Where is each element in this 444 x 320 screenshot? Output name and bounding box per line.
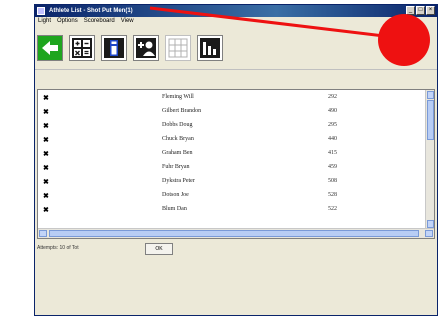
scroll-up-icon[interactable]	[427, 91, 434, 99]
athlete-name: Blum Dan	[162, 206, 187, 212]
bar-chart-icon	[200, 38, 220, 58]
table-row[interactable]: ✖ Fleming Will 292	[38, 92, 426, 104]
toolbar	[35, 26, 437, 70]
table-row[interactable]: ✖ Graham Ben 415	[38, 148, 426, 160]
scroll-right-icon[interactable]	[425, 230, 433, 237]
vertical-scrollbar[interactable]	[425, 90, 434, 229]
row-mark: ✖	[43, 151, 49, 158]
athlete-number: 459	[328, 164, 337, 170]
athlete-number: 292	[328, 94, 337, 100]
table-row[interactable]: ✖ Dykstra Peter 508	[38, 176, 426, 188]
menu-options[interactable]: Options	[57, 17, 78, 26]
scroll-left-icon[interactable]	[39, 230, 47, 237]
row-mark: ✖	[43, 179, 49, 186]
row-mark: ✖	[43, 193, 49, 200]
table-row[interactable]: ✖ Chuck Bryan 440	[38, 134, 426, 146]
athlete-name: Gilbert Brandon	[162, 108, 202, 114]
athlete-list-window: Athlete List - Shot Put Men(1) _ □ × Lig…	[34, 4, 438, 316]
info-icon	[104, 38, 124, 58]
horizontal-scrollbar[interactable]	[38, 228, 434, 238]
athlete-name: Dotson Joe	[162, 192, 189, 198]
row-mark: ✖	[43, 207, 49, 214]
table-row[interactable]: ✖ Blum Dan 522	[38, 204, 426, 216]
athlete-name: Fuhr Bryan	[162, 164, 190, 170]
minimize-button[interactable]: _	[406, 6, 415, 15]
table-row[interactable]: ✖ Fuhr Bryan 459	[38, 162, 426, 174]
row-mark: ✖	[43, 95, 49, 102]
title-bar[interactable]: Athlete List - Shot Put Men(1) _ □ ×	[35, 5, 437, 17]
athlete-number: 440	[328, 136, 337, 142]
athlete-number: 528	[328, 192, 337, 198]
calculator-button[interactable]	[69, 35, 95, 61]
athlete-number: 490	[328, 108, 337, 114]
table-row[interactable]: ✖ Gilbert Brandon 490	[38, 106, 426, 118]
menu-view[interactable]: View	[121, 17, 134, 26]
menu-scoreboard[interactable]: Scoreboard	[84, 17, 115, 26]
ok-button[interactable]: OK	[145, 243, 173, 255]
info-button[interactable]	[101, 35, 127, 61]
row-mark: ✖	[43, 123, 49, 130]
grid-button	[165, 35, 191, 61]
athlete-name: Dobbs Doug	[162, 122, 193, 128]
table-row[interactable]: ✖ Dobbs Doug 295	[38, 120, 426, 132]
athlete-number: 295	[328, 122, 337, 128]
bars-button[interactable]	[197, 35, 223, 61]
athlete-number: 415	[328, 150, 337, 156]
scroll-down-icon[interactable]	[427, 220, 434, 228]
row-mark: ✖	[43, 137, 49, 144]
menu-bar: Light Options Scoreboard View	[35, 17, 437, 26]
athlete-name: Graham Ben	[162, 150, 193, 156]
vertical-scroll-thumb[interactable]	[427, 100, 434, 140]
maximize-button[interactable]: □	[416, 6, 425, 15]
athlete-number: 508	[328, 178, 337, 184]
back-button[interactable]	[37, 35, 63, 61]
athlete-name: Dykstra Peter	[162, 178, 195, 184]
add-person-icon	[136, 38, 156, 58]
grid-disabled-icon	[168, 38, 188, 58]
row-mark: ✖	[43, 109, 49, 116]
athlete-list[interactable]: ✖ Fleming Will 292 ✖ Gilbert Brandon 490…	[37, 89, 435, 239]
status-label: Attempts: 10 of Tot	[37, 245, 79, 251]
table-row[interactable]: ✖ Dotson Joe 528	[38, 190, 426, 202]
athlete-number: 522	[328, 206, 337, 212]
horizontal-scroll-thumb[interactable]	[49, 230, 419, 237]
window-controls: _ □ ×	[406, 6, 435, 15]
close-button[interactable]: ×	[426, 6, 435, 15]
add-athlete-button[interactable]	[133, 35, 159, 61]
back-arrow-icon	[42, 41, 58, 55]
window-title: Athlete List - Shot Put Men(1)	[49, 8, 133, 14]
athlete-name: Chuck Bryan	[162, 136, 194, 142]
athlete-name: Fleming Will	[162, 94, 194, 100]
calculator-icon	[72, 38, 92, 58]
menu-light[interactable]: Light	[38, 17, 51, 26]
app-icon	[37, 7, 45, 15]
row-mark: ✖	[43, 165, 49, 172]
